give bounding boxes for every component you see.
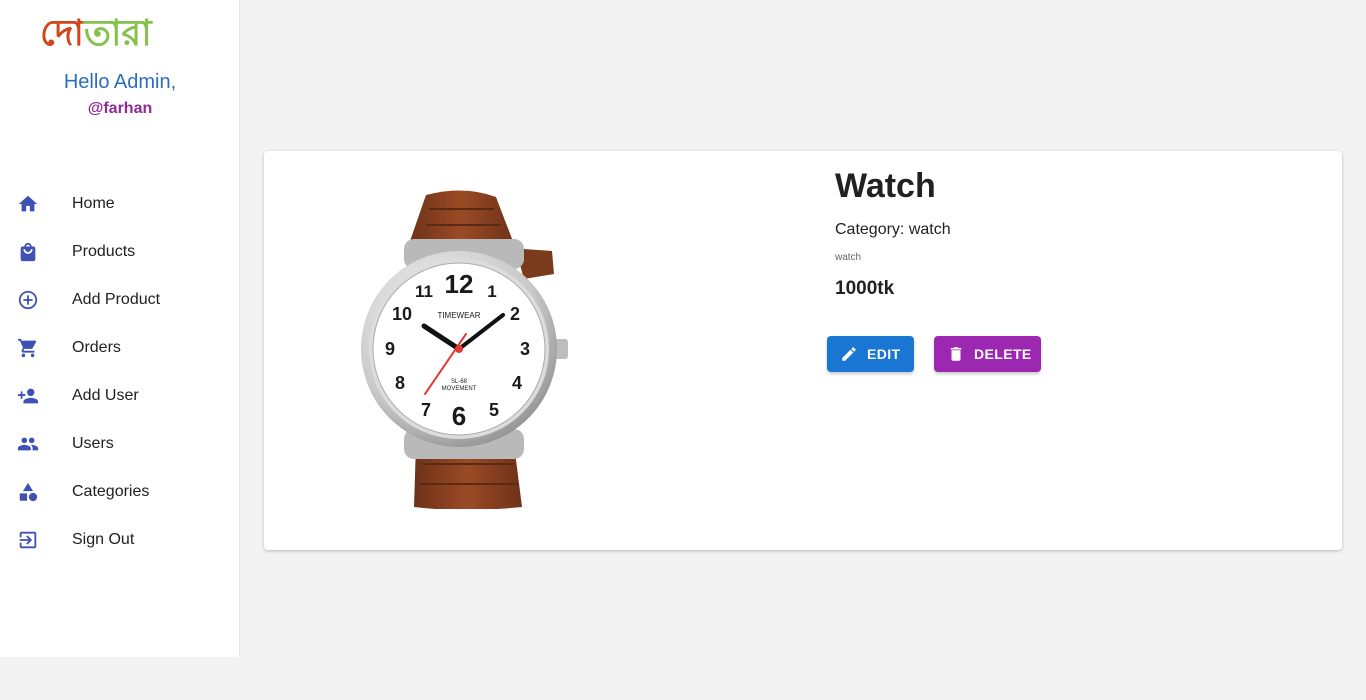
delete-button-label: DELETE — [974, 346, 1032, 362]
pencil-icon — [842, 347, 856, 361]
svg-text:3: 3 — [520, 339, 530, 359]
sidebar: দোতারা Hello Admin, @farhan Home Product… — [0, 0, 240, 657]
watch-brand-text: TIMEWEAR — [437, 311, 480, 320]
svg-text:11: 11 — [415, 282, 433, 301]
watch-model-text: SL-68 — [451, 379, 468, 385]
sidebar-item-add-user[interactable]: Add User — [0, 372, 239, 420]
edit-button[interactable]: EDIT — [827, 336, 914, 372]
person-add-icon — [16, 384, 40, 408]
sidebar-item-home[interactable]: Home — [0, 180, 239, 228]
svg-text:4: 4 — [512, 373, 522, 393]
sidebar-item-label: Users — [72, 435, 114, 452]
sidebar-item-label: Home — [72, 195, 115, 212]
greeting: Hello Admin, — [63, 71, 177, 93]
logo-part-2: তারা — [83, 13, 152, 54]
sidebar-item-sign-out[interactable]: Sign Out — [0, 516, 239, 564]
trash-icon — [950, 347, 962, 361]
add-circle-icon — [16, 288, 40, 312]
svg-text:12: 12 — [445, 269, 474, 299]
product-image: 12 1 2 3 4 5 6 7 8 9 10 11 TIMEWEAR SL-6… — [354, 189, 574, 510]
watch-movement-text: MOVEMENT — [442, 386, 477, 392]
people-icon — [16, 432, 40, 456]
svg-text:8: 8 — [395, 373, 405, 393]
watch-image: 12 1 2 3 4 5 6 7 8 9 10 11 TIMEWEAR SL-6… — [361, 190, 568, 510]
svg-text:2: 2 — [510, 304, 520, 324]
user-handle: @farhan — [87, 100, 153, 117]
home-icon — [16, 192, 40, 216]
svg-text:10: 10 — [392, 304, 412, 324]
sidebar-item-orders[interactable]: Orders — [0, 324, 239, 372]
svg-text:7: 7 — [421, 400, 431, 420]
sidebar-item-categories[interactable]: Categories — [0, 468, 239, 516]
sidebar-item-label: Sign Out — [72, 531, 135, 548]
logo[interactable]: দোতারা — [40, 10, 152, 58]
cart-icon — [16, 336, 40, 360]
sidebar-item-label: Categories — [72, 483, 150, 500]
svg-text:1: 1 — [487, 282, 496, 301]
sidebar-item-users[interactable]: Users — [0, 420, 239, 468]
category-label: Category: — [835, 221, 905, 238]
product-title: Watch — [835, 167, 936, 205]
product-price: 1000tk — [835, 278, 895, 299]
category-icon — [16, 480, 40, 504]
edit-button-label: EDIT — [867, 346, 901, 362]
logout-icon — [16, 528, 40, 552]
logo-part-1: দো — [40, 13, 84, 54]
sidebar-item-label: Add Product — [72, 291, 161, 308]
product-category: Category: watch — [835, 221, 951, 239]
product-description: watch — [835, 252, 862, 263]
sidebar-item-label: Orders — [72, 339, 121, 356]
delete-button[interactable]: DELETE — [934, 336, 1041, 372]
sidebar-item-add-product[interactable]: Add Product — [0, 276, 239, 324]
svg-text:6: 6 — [452, 401, 466, 431]
svg-text:5: 5 — [489, 400, 499, 420]
sidebar-item-products[interactable]: Products — [0, 228, 239, 276]
category-value: watch — [908, 221, 951, 238]
sidebar-item-label: Products — [72, 243, 136, 260]
sidebar-item-label: Add User — [72, 387, 139, 404]
shopping-bag-icon — [16, 240, 40, 264]
svg-text:9: 9 — [385, 339, 395, 359]
sidebar-nav: Home Products Add Product Orders Add Use… — [0, 180, 239, 564]
product-card: 12 1 2 3 4 5 6 7 8 9 10 11 TIMEWEAR SL-6… — [264, 151, 1342, 550]
